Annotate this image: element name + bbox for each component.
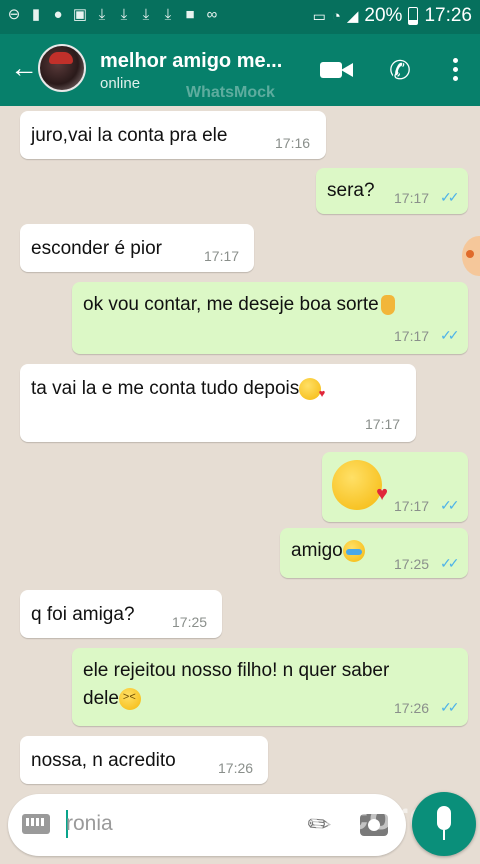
message-time: 17:25 [172, 614, 208, 630]
wifi-icon: ◔ [331, 7, 341, 25]
message-icon: ● [53, 6, 63, 23]
message-time: 17:17 [394, 328, 430, 344]
mic-stand [443, 830, 445, 840]
message-text: amigo [291, 540, 365, 562]
message-list[interactable]: juro,vai la conta pra ele 17:16 sera? 17… [0, 106, 480, 786]
notification-icons: ⊖ ▮ ● ▣ ⤓ ⤓ ⤓ ⤓ ■ ∞ [6, 6, 220, 24]
back-arrow-icon[interactable]: ← [10, 54, 38, 84]
avatar[interactable] [38, 44, 86, 92]
message-text: esconder é pior [31, 238, 162, 259]
more-options-icon[interactable] [440, 54, 470, 86]
clock-time: 17:26 [424, 5, 472, 26]
contact-name[interactable]: melhor amigo me... [100, 50, 282, 73]
keyboard-icon[interactable] [22, 814, 50, 834]
system-status: ▭ ◔ ◢ 20% 17:26 [313, 5, 472, 27]
download-icon: ⤓ [98, 6, 106, 23]
message-bubble-outgoing[interactable]: amigo 17:25 ✓✓ [280, 528, 468, 578]
message-time: 17:16 [275, 135, 311, 151]
message-bubble-outgoing[interactable]: sera? 17:17 ✓✓ [316, 168, 468, 214]
message-time: 17:17 [394, 190, 430, 206]
message-text: nossa, n acredito [31, 750, 176, 771]
signal-icon: ◢ [346, 8, 359, 25]
image-icon: ▣ [72, 6, 88, 23]
message-bubble-incoming[interactable]: ta vai la e me conta tudo depois ♥ 17:17 [20, 364, 416, 442]
message-time: 17:26 [218, 760, 254, 776]
status-bar: ⊖ ▮ ● ▣ ⤓ ⤓ ⤓ ⤓ ■ ∞ ▭ ◔ ◢ 20% 17:26 [0, 0, 480, 34]
message-text: juro,vai la conta pra ele [31, 125, 228, 146]
message-text: ok vou contar, me deseje boa sorte [83, 294, 395, 316]
minus-circle-icon: ⊖ [7, 6, 21, 23]
message-bubble-incoming[interactable]: juro,vai la conta pra ele 17:16 [20, 111, 326, 159]
message-text: q foi amiga? [31, 604, 135, 625]
loudly-crying-emoji-icon [342, 540, 365, 562]
message-text: sera? [327, 180, 375, 201]
battery-saver-icon: ▮ [31, 6, 41, 23]
message-bubble-incoming[interactable]: esconder é pior 17:17 [20, 224, 254, 272]
contact-status: online [100, 75, 141, 92]
double-check-icon: ✓✓ [440, 699, 460, 715]
message-time: 17:26 [394, 700, 430, 716]
video-call-icon[interactable] [320, 54, 354, 86]
message-time: 17:17 [365, 416, 401, 432]
kissing-heart-emoji-icon: ♥ [332, 460, 388, 510]
message-bubble-outgoing[interactable]: ok vou contar, me deseje boa sorte 17:17… [72, 282, 468, 354]
message-bubble-outgoing[interactable]: ♥ 17:17 ✓✓ [322, 452, 468, 522]
chat-header: ← melhor amigo me... online WhatsMock ✆ [0, 34, 480, 106]
message-bubble-incoming[interactable]: nossa, n acredito 17:26 [20, 736, 268, 784]
message-text: ta vai la e me conta tudo depois ♥ [31, 378, 325, 400]
watermark: WhatsMock [186, 84, 275, 101]
message-time: 17:17 [394, 498, 430, 514]
double-check-icon: ✓✓ [440, 189, 460, 205]
double-check-icon: ✓✓ [440, 497, 460, 513]
message-time: 17:17 [204, 248, 240, 264]
message-text-line2: dele [83, 688, 141, 710]
battery-icon [408, 7, 419, 25]
battery-text: 20% [364, 5, 403, 26]
persevering-face-emoji-icon [118, 688, 141, 710]
message-text: ele rejeitou nosso filho! n quer saber [83, 660, 390, 681]
message-text-body: amigo [291, 540, 343, 562]
message-bubble-outgoing[interactable]: ele rejeitou nosso filho! n quer saber d… [72, 648, 468, 726]
download-icon: ⤓ [120, 6, 128, 23]
double-check-icon: ✓✓ [440, 555, 460, 571]
message-bubble-incoming[interactable]: q foi amiga? 17:25 [20, 590, 222, 638]
kissing-heart-emoji-icon: ♥ [299, 378, 325, 400]
message-text-body: dele [83, 688, 119, 710]
download-muted-icon: ⤓ [164, 6, 172, 23]
video-record-icon: ■ [185, 6, 195, 23]
crossed-fingers-emoji-icon [380, 294, 395, 315]
download-icon: ⤓ [142, 6, 150, 23]
voice-call-icon[interactable]: ✆ [383, 54, 417, 86]
sticker-fragment [462, 236, 480, 276]
voicemail-icon: ∞ [206, 6, 218, 23]
message-time: 17:25 [394, 556, 430, 572]
mic-button[interactable] [412, 792, 476, 856]
message-text-body: ok vou contar, me deseje boa sorte [83, 294, 379, 315]
mic-icon [437, 806, 451, 830]
message-input[interactable]: ronia [66, 812, 113, 836]
message-text-body: ta vai la e me conta tudo depois [31, 378, 300, 400]
double-check-icon: ✓✓ [440, 327, 460, 343]
cast-icon: ▭ [312, 7, 326, 24]
